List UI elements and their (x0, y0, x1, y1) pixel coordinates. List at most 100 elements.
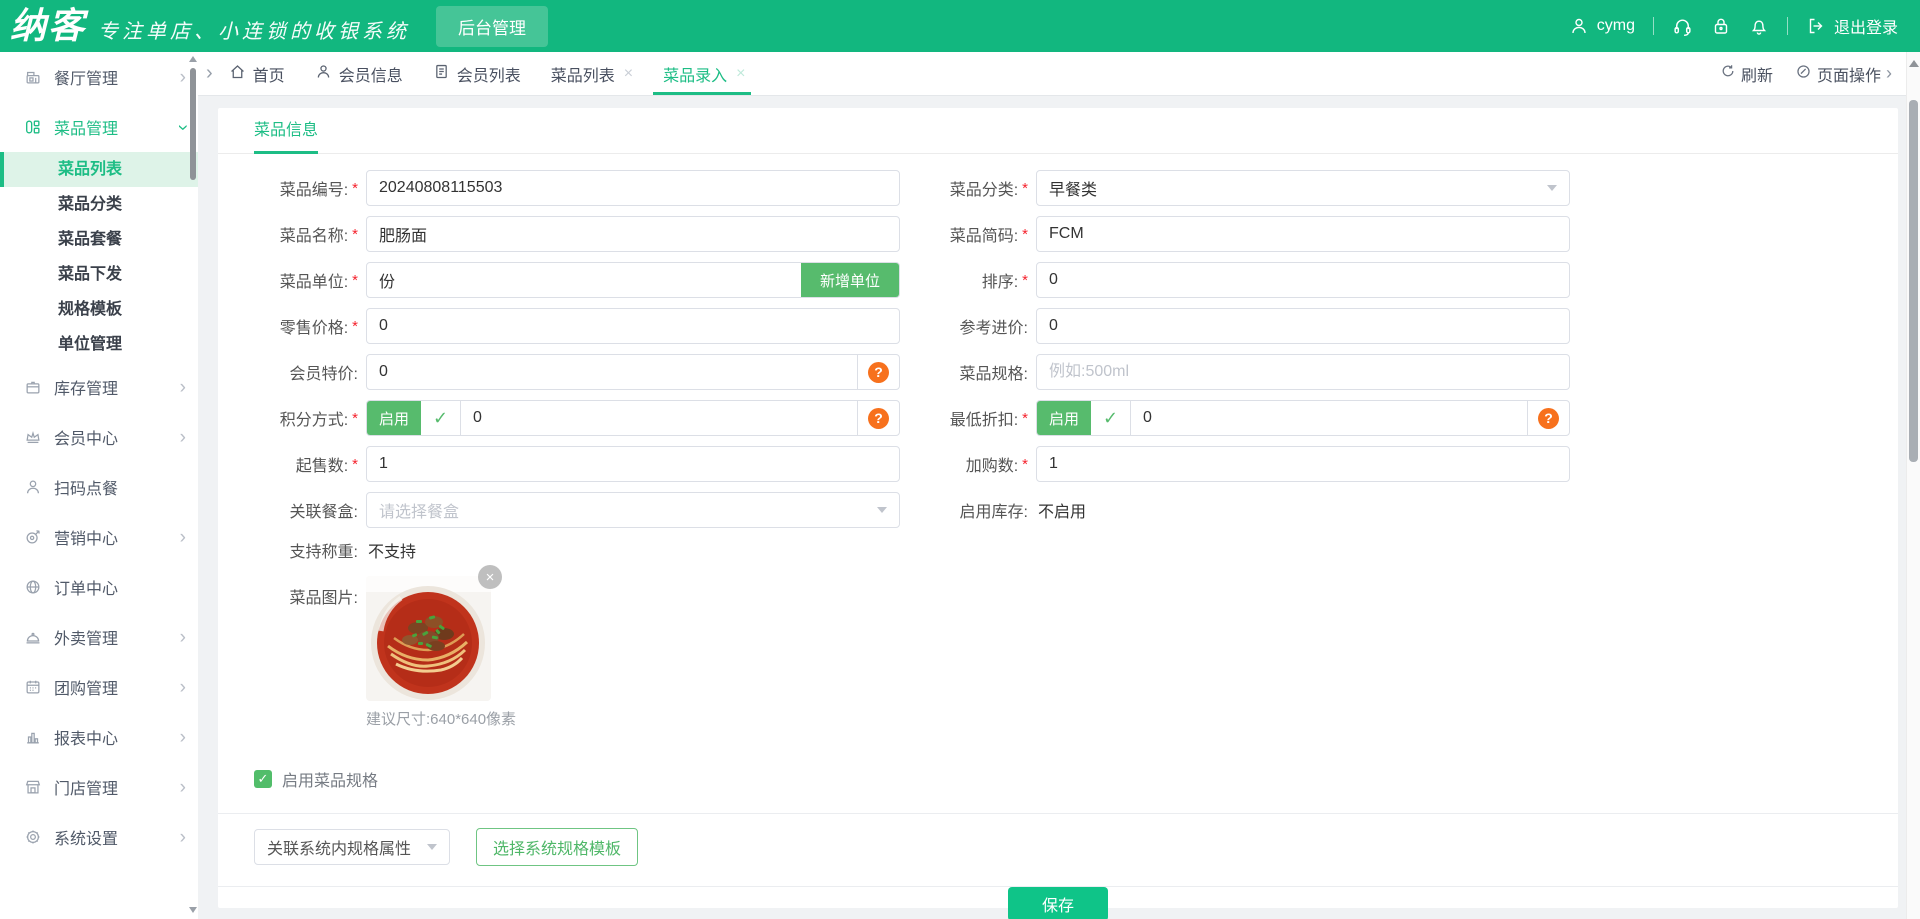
sidebar-item-order-center[interactable]: 订单中心 (0, 562, 198, 612)
dish-code-input[interactable] (366, 170, 900, 206)
min-order-qty-input[interactable] (366, 446, 900, 482)
add-cart-qty-input[interactable] (1036, 446, 1570, 482)
required-mark: * (352, 225, 358, 243)
points-mode-help: ? (857, 401, 899, 435)
help-icon[interactable]: ? (1538, 407, 1559, 429)
tab-member-info[interactable]: 会员信息 (315, 52, 403, 95)
dish-code-label: 菜品编号: * (279, 179, 358, 200)
meal-box-select[interactable]: 请选择餐盒 (366, 492, 900, 528)
headset-icon (1672, 16, 1693, 37)
sidebar-item-restaurant-mgmt[interactable]: 餐厅管理 › (0, 52, 198, 102)
refresh-button[interactable]: 刷新 (1720, 62, 1773, 86)
remove-image-button[interactable]: × (478, 565, 502, 589)
dish-name-input[interactable] (366, 216, 900, 252)
discount-enable-button[interactable]: 启用 (1037, 401, 1091, 435)
sidebar-subitem-unit-mgmt[interactable]: 单位管理 (0, 327, 198, 362)
header-divider (1786, 17, 1788, 35)
sidebar-scrollbar[interactable] (188, 52, 198, 919)
dish-category-select[interactable]: 早餐类 (1036, 170, 1570, 206)
sidebar-item-marketing[interactable]: 营销中心 › (0, 512, 198, 562)
tab-member-list[interactable]: 会员列表 (433, 52, 521, 95)
scroll-up-arrow[interactable] (189, 56, 197, 62)
sidebar-item-inventory[interactable]: 库存管理 › (0, 362, 198, 412)
sidebar-item-system-settings[interactable]: 系统设置 › (0, 812, 198, 862)
dish-unit-label: 菜品单位: * (279, 271, 358, 292)
sidebar-subitem-dish-list[interactable]: 菜品列表 (0, 152, 198, 187)
content-area: 菜品信息 菜品编号:* 菜品分类:* 早餐类 菜品名称:* 菜品简码:* (198, 96, 1906, 919)
tab-bar: › 首页 会员信息 会员列表 菜品列表 × 菜品录入 × 刷新 页面操作 › (198, 52, 1906, 96)
meal-box-label: 关联餐盒: (289, 504, 358, 521)
user-menu[interactable]: cymg (1569, 16, 1635, 36)
backstage-nav-tab[interactable]: 后台管理 (436, 5, 549, 47)
tab-dish-info[interactable]: 菜品信息 (254, 116, 319, 154)
notifications-button[interactable] (1749, 16, 1769, 36)
check-icon: ✓ (421, 401, 461, 435)
tab-home[interactable]: 首页 (229, 52, 285, 95)
sidebar-item-dish-mgmt[interactable]: 菜品管理 › (0, 102, 198, 152)
page-ops-button[interactable]: 页面操作 › (1795, 62, 1892, 86)
sidebar-item-store-mgmt[interactable]: 门店管理 › (0, 762, 198, 812)
points-mode-field[interactable]: 启用 ✓ 0 ? (366, 400, 900, 436)
scroll-down-arrow[interactable] (189, 907, 197, 913)
sort-order-input[interactable] (1036, 262, 1570, 298)
sidebar-subitem-dish-dispatch[interactable]: 菜品下发 (0, 257, 198, 292)
retail-price-input[interactable] (366, 308, 900, 344)
tab-label: 会员列表 (456, 67, 521, 85)
person-icon (315, 63, 332, 85)
help-icon[interactable]: ? (868, 361, 889, 383)
dish-shortcode-input[interactable] (1036, 216, 1570, 252)
save-button[interactable]: 保存 (1008, 887, 1108, 919)
sidebar-subitem-dish-category[interactable]: 菜品分类 (0, 187, 198, 222)
sidebar-item-member-center[interactable]: 会员中心 › (0, 412, 198, 462)
bell-icon (1749, 16, 1769, 36)
min-order-qty-label: 起售数: * (295, 455, 358, 476)
chevron-right-icon: › (179, 66, 186, 88)
sidebar: 餐厅管理 › 菜品管理 › 菜品列表 菜品分类 菜品套餐 菜品下发 规格模板 单… (0, 52, 198, 919)
add-unit-button[interactable]: 新增单位 (801, 263, 899, 297)
dish-shortcode-label: 菜品简码: * (949, 225, 1028, 246)
member-price-label: 会员特价: (289, 366, 358, 383)
spec-attr-select[interactable]: 关联系统内规格属性 (254, 829, 450, 865)
chevron-right-icon: › (179, 676, 186, 698)
sidebar-subitem-dish-combo[interactable]: 菜品套餐 (0, 222, 198, 257)
reference-cost-input[interactable] (1036, 308, 1570, 344)
support-button[interactable] (1672, 16, 1693, 37)
member-price-field[interactable]: 0 ? (366, 354, 900, 390)
lock-button[interactable] (1711, 16, 1731, 36)
sidebar-item-reports[interactable]: 报表中心 › (0, 712, 198, 762)
refresh-label: 刷新 (1740, 67, 1773, 85)
dish-unit-field[interactable]: 份 新增单位 (366, 262, 900, 298)
sidebar-item-label: 门店管理 (54, 781, 119, 798)
points-enable-button[interactable]: 启用 (367, 401, 421, 435)
tab-dish-list[interactable]: 菜品列表 × (551, 52, 633, 95)
refresh-icon (1720, 63, 1736, 84)
storefront-icon (24, 777, 44, 797)
tab-label: 菜品列表 (550, 67, 615, 85)
enable-spec-checkbox[interactable]: ✓ (254, 770, 272, 788)
close-icon[interactable]: × (736, 65, 745, 83)
choose-spec-template-button[interactable]: 选择系统规格模板 (476, 828, 639, 866)
sidebar-scrollbar-thumb[interactable] (190, 68, 196, 180)
tab-dish-entry[interactable]: 菜品录入 × (653, 52, 752, 95)
caret-down-icon (877, 507, 887, 513)
dish-spec-input[interactable] (1036, 354, 1570, 390)
chevron-right-icon: › (179, 626, 186, 648)
save-bar: 保存 (218, 887, 1898, 919)
page-ops-icon (1795, 63, 1812, 85)
sidebar-item-takeout[interactable]: 外卖管理 › (0, 612, 198, 662)
help-icon[interactable]: ? (868, 407, 889, 429)
sidebar-item-groupbuy[interactable]: 团购管理 › (0, 662, 198, 712)
required-mark: * (1022, 225, 1028, 243)
top-header: 纳客 专注单店、小连锁的收银系统 后台管理 cymg 退出登录 (0, 0, 1920, 52)
page-scrollbar-thumb[interactable] (1909, 100, 1918, 462)
target-icon (24, 527, 44, 547)
page-scrollbar[interactable] (1906, 52, 1920, 919)
sidebar-subitem-spec-template[interactable]: 规格模板 (0, 292, 198, 327)
logout-button[interactable]: 退出登录 (1806, 14, 1898, 38)
scroll-up-arrow[interactable] (1909, 60, 1919, 67)
sidebar-item-scan-order[interactable]: 扫码点餐 (0, 462, 198, 512)
close-icon[interactable]: × (624, 65, 633, 83)
min-discount-field[interactable]: 启用 ✓ 0 ? (1036, 400, 1570, 436)
sidebar-collapse-toggle[interactable]: › (206, 62, 213, 85)
dish-image-preview[interactable]: × (366, 565, 502, 701)
